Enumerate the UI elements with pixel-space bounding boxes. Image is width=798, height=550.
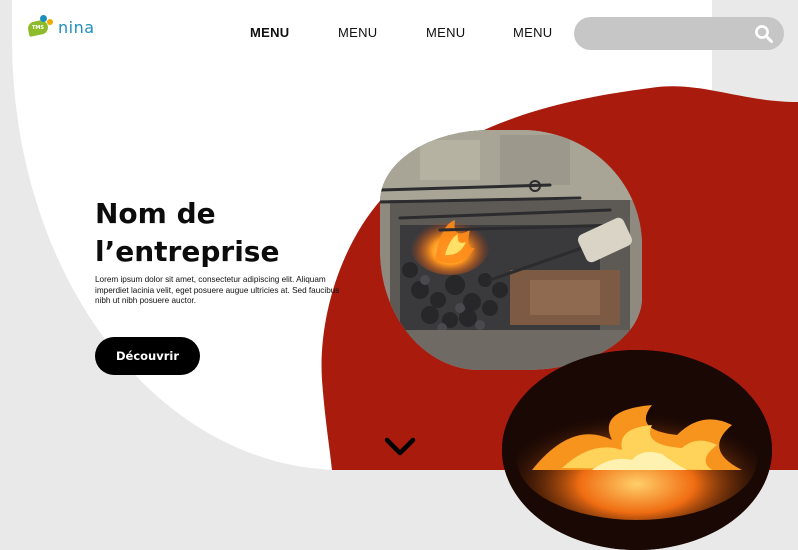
search-input[interactable] [574, 17, 784, 50]
nav-menu-1[interactable]: MENU [250, 25, 289, 40]
logo-dot-blue [40, 14, 47, 22]
nav-menu-4[interactable]: MENU [513, 25, 552, 40]
logo[interactable]: TMS nina [26, 14, 95, 37]
logo-text: nina [58, 18, 95, 37]
forge-photo [380, 130, 642, 370]
chevron-down-icon[interactable] [383, 436, 417, 458]
nav-menu-3[interactable]: MENU [426, 25, 465, 40]
fire-photo [502, 350, 772, 550]
logo-mark: TMS [26, 14, 54, 37]
logo-tag: TMS [32, 24, 44, 31]
search-icon[interactable] [754, 24, 774, 44]
discover-button[interactable]: Découvrir [95, 337, 200, 375]
nav-menu-2[interactable]: MENU [338, 25, 377, 40]
logo-dot-yellow [47, 18, 53, 25]
hero-description: Lorem ipsum dolor sit amet, consectetur … [95, 275, 340, 305]
fire-photo-art [502, 350, 772, 550]
page-title: Nom de l’entreprise [95, 197, 280, 268]
forge-photo-art [380, 130, 642, 370]
